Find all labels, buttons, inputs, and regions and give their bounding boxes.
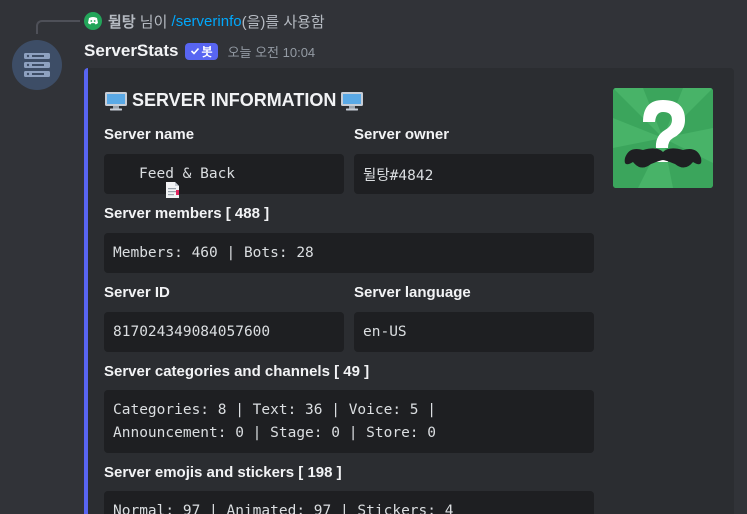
- reply-connector: [36, 20, 80, 34]
- field-server-name-label: Server name: [104, 126, 195, 143]
- bot-tag: 봇: [184, 42, 218, 60]
- field-members-value: Members: 460 | Bots: 28: [104, 233, 594, 273]
- embed-title-text: SERVER INFORMATION: [132, 90, 337, 110]
- reply-username[interactable]: 뒬탕: [108, 11, 136, 32]
- server-stack-icon: [24, 53, 50, 77]
- field-server-owner-value: 뒬탕#4842: [354, 154, 594, 194]
- field-language-value: en-US: [354, 312, 594, 352]
- field-server-name-value: Feed & Back: [104, 154, 344, 198]
- embed-thumbnail[interactable]: [613, 88, 713, 188]
- field-emojis-label: Server emojis and stickers [ 198 ]: [104, 464, 342, 481]
- reply-command[interactable]: /serverinfo: [172, 13, 242, 30]
- reply-context[interactable]: 뒬탕 님이 /serverinfo (을)를 사용함: [84, 10, 325, 32]
- field-emojis-value: Normal: 97 | Animated: 97 | Stickers: 4: [104, 491, 594, 514]
- server-name-text: Feed & Back: [139, 166, 236, 182]
- field-members-label: Server members [ 488 ]: [104, 205, 270, 222]
- discord-icon: [84, 12, 102, 30]
- bot-avatar[interactable]: [12, 40, 62, 90]
- document-icon: [113, 165, 180, 198]
- field-server-owner-label: Server owner: [354, 126, 450, 143]
- desktop-computer-icon: [105, 91, 127, 110]
- embed-title: SERVER INFORMATION: [104, 90, 364, 111]
- server-info-embed: SERVER INFORMATION Server name Feed & Ba…: [84, 68, 734, 514]
- field-channels-value: Categories: 8 | Text: 36 | Voice: 5 | An…: [104, 390, 594, 453]
- desktop-computer-icon: [341, 91, 364, 110]
- reply-suffix: 님이: [135, 13, 172, 31]
- bot-tag-label: 봇: [201, 44, 213, 59]
- channels-line-2: Announcement: 0 | Stage: 0 | Store: 0: [113, 424, 437, 441]
- channels-line-1: Categories: 8 | Text: 36 | Voice: 5 |: [113, 401, 437, 418]
- bot-username[interactable]: ServerStats: [84, 41, 179, 61]
- field-server-id-label: Server ID: [104, 284, 170, 301]
- field-server-id-value: 817024349084057600: [104, 312, 344, 352]
- verified-check-icon: [190, 47, 199, 55]
- message-header: ServerStats 봇 오늘 오전 10:04: [84, 40, 315, 62]
- field-language-label: Server language: [354, 284, 471, 301]
- question-mark-mustache-icon: [613, 88, 713, 188]
- reply-after: (을)를 사용함: [241, 13, 325, 31]
- field-channels-label: Server categories and channels [ 49 ]: [104, 363, 370, 380]
- message-timestamp: 오늘 오전 10:04: [227, 44, 316, 60]
